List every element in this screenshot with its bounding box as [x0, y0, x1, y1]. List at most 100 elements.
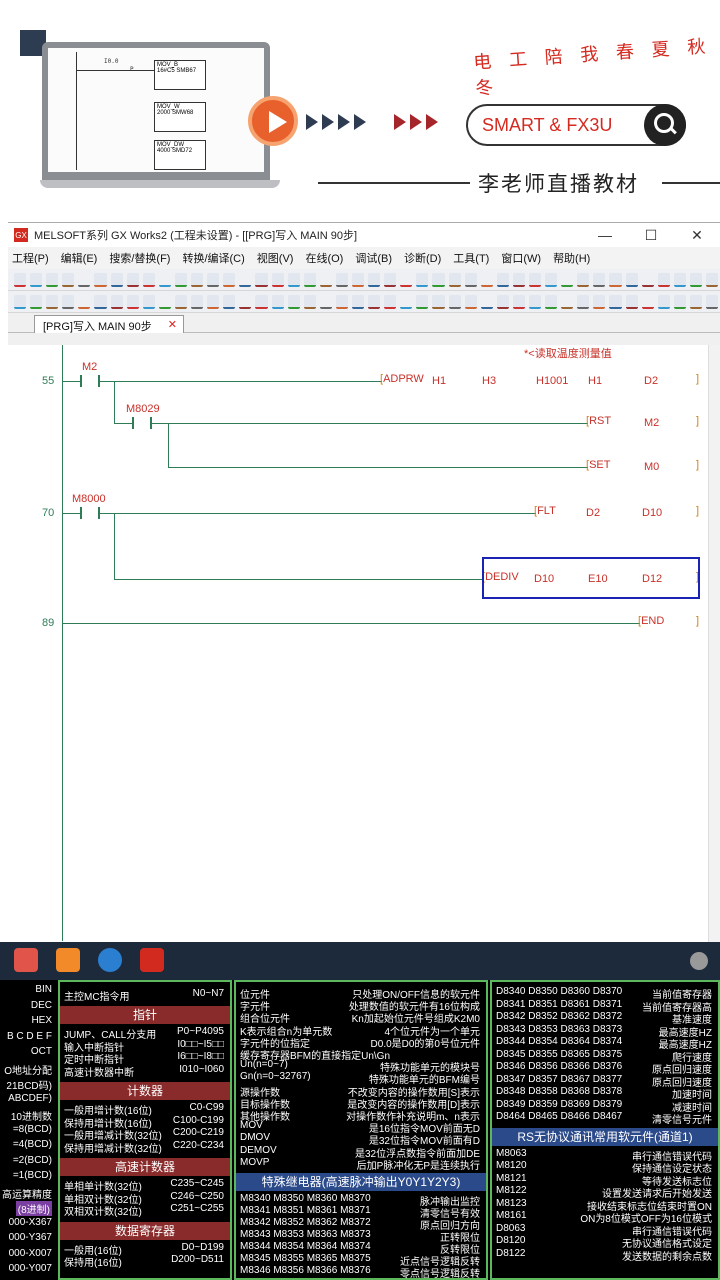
- toolbar-icon[interactable]: [351, 294, 365, 309]
- toolbar-icon[interactable]: [593, 294, 606, 309]
- toolbar-icon[interactable]: [78, 295, 91, 309]
- toolbar-icon[interactable]: [593, 272, 606, 287]
- play-icon[interactable]: [248, 96, 298, 146]
- search-icon[interactable]: [644, 104, 686, 146]
- toolbar-icon[interactable]: [448, 294, 461, 309]
- toolbar-icon[interactable]: [335, 294, 348, 309]
- toolbar-icon[interactable]: [400, 273, 413, 287]
- toolbar-icon[interactable]: [191, 272, 204, 287]
- toolbar-icon[interactable]: [545, 272, 558, 287]
- toolbar-icon[interactable]: [46, 294, 59, 309]
- app-icon[interactable]: [14, 948, 38, 972]
- toolbar-icon[interactable]: [384, 294, 397, 309]
- instr-rst[interactable]: [RST: [586, 415, 611, 427]
- menu-edit[interactable]: 编辑(E): [61, 250, 98, 266]
- toolbar-icon[interactable]: [400, 295, 413, 309]
- toolbar-icon[interactable]: [512, 272, 525, 287]
- toolbar-icon[interactable]: [303, 294, 316, 309]
- menu-project[interactable]: 工程(P): [12, 250, 49, 266]
- toolbar-icon[interactable]: [496, 272, 509, 287]
- menu-online[interactable]: 在线(O): [305, 250, 343, 266]
- toolbar-icon[interactable]: [432, 272, 445, 287]
- toolbar-icon[interactable]: [14, 272, 27, 287]
- toolbar-icon[interactable]: [416, 272, 429, 287]
- toolbar-icon[interactable]: [609, 272, 622, 287]
- toolbar-icon[interactable]: [464, 272, 477, 287]
- instr-set[interactable]: [SET: [586, 459, 610, 471]
- toolbar-icon[interactable]: [271, 294, 284, 309]
- toolbar-icon[interactable]: [46, 272, 59, 287]
- toolbar-icon[interactable]: [384, 272, 397, 287]
- toolbar-icon[interactable]: [255, 294, 268, 309]
- toolbar-icon[interactable]: [496, 294, 509, 309]
- toolbar-icon[interactable]: [303, 272, 316, 287]
- toolbar-icon[interactable]: [480, 273, 493, 287]
- toolbar-icon[interactable]: [673, 272, 686, 287]
- toolbar-icon[interactable]: [529, 294, 542, 309]
- toolbar-icon[interactable]: [271, 272, 284, 287]
- toolbar-icon[interactable]: [480, 295, 493, 309]
- gx-works-icon[interactable]: [140, 948, 164, 972]
- toolbar-icon[interactable]: [207, 272, 220, 287]
- toolbar-icon[interactable]: [174, 294, 188, 309]
- toolbar-icon[interactable]: [689, 272, 703, 287]
- toolbar-icon[interactable]: [30, 272, 43, 287]
- search-box[interactable]: SMART & FX3U: [466, 104, 686, 146]
- toolbar-icon[interactable]: [319, 273, 332, 287]
- toolbar-icon[interactable]: [110, 272, 123, 287]
- toolbar-icon[interactable]: [126, 272, 139, 287]
- contact-m8000[interactable]: [80, 507, 100, 519]
- toolbar-icon[interactable]: [30, 294, 43, 309]
- maximize-button[interactable]: ☐: [628, 227, 674, 244]
- toolbar-icon[interactable]: [561, 295, 574, 309]
- toolbar-icon[interactable]: [432, 294, 445, 309]
- toolbar-icon[interactable]: [657, 294, 670, 309]
- toolbar-icon[interactable]: [207, 294, 220, 309]
- toolbar-icon[interactable]: [609, 294, 622, 309]
- toolbar-icon[interactable]: [239, 295, 252, 309]
- toolbar-icon[interactable]: [62, 294, 75, 309]
- toolbar-icon[interactable]: [287, 272, 300, 287]
- contact-m2[interactable]: [80, 375, 100, 387]
- app-icon[interactable]: [56, 948, 80, 972]
- toolbar-icon[interactable]: [545, 294, 558, 309]
- toolbar-icon[interactable]: [689, 294, 703, 309]
- toolbar-icon[interactable]: [351, 272, 365, 287]
- toolbar-icon[interactable]: [335, 272, 348, 287]
- toolbar-icon[interactable]: [158, 295, 171, 309]
- toolbar-icon[interactable]: [641, 273, 654, 287]
- minimize-button[interactable]: —: [582, 227, 628, 244]
- instr-flt[interactable]: [FLT: [534, 505, 556, 517]
- toolbar-icon[interactable]: [287, 294, 300, 309]
- toolbar-icon[interactable]: [625, 294, 638, 309]
- toolbar-icon[interactable]: [706, 294, 719, 309]
- toolbar-icon[interactable]: [561, 273, 574, 287]
- toolbar-icon[interactable]: [641, 295, 654, 309]
- toolbar-icon[interactable]: [94, 272, 107, 287]
- toolbar-icon[interactable]: [529, 272, 542, 287]
- toolbar-icon[interactable]: [110, 294, 123, 309]
- toolbar-icon[interactable]: [673, 294, 686, 309]
- menu-compile[interactable]: 转换/编译(C): [182, 250, 244, 266]
- toolbar-icon[interactable]: [94, 294, 107, 309]
- tab-close-icon[interactable]: ✕: [168, 318, 177, 331]
- toolbar-icon[interactable]: [577, 272, 590, 287]
- toolbar-icon[interactable]: [625, 272, 638, 287]
- toolbar-icon[interactable]: [512, 294, 525, 309]
- toolbar-icon[interactable]: [223, 272, 236, 287]
- menu-window[interactable]: 窗口(W): [501, 250, 541, 266]
- toolbar-icon[interactable]: [174, 272, 188, 287]
- toolbar-icon[interactable]: [464, 294, 477, 309]
- toolbar-icon[interactable]: [62, 272, 75, 287]
- toolbar-icon[interactable]: [577, 294, 590, 309]
- toolbar-icon[interactable]: [191, 294, 204, 309]
- toolbar-icon[interactable]: [239, 273, 252, 287]
- toolbar-icon[interactable]: [142, 294, 155, 309]
- menu-diagnostics[interactable]: 诊断(D): [404, 250, 441, 266]
- toolbar-icon[interactable]: [368, 272, 381, 287]
- menu-help[interactable]: 帮助(H): [553, 250, 590, 266]
- vertical-scrollbar[interactable]: [708, 345, 720, 943]
- toolbar-icon[interactable]: [126, 294, 139, 309]
- toolbar-icon[interactable]: [78, 273, 91, 287]
- menu-view[interactable]: 视图(V): [257, 250, 294, 266]
